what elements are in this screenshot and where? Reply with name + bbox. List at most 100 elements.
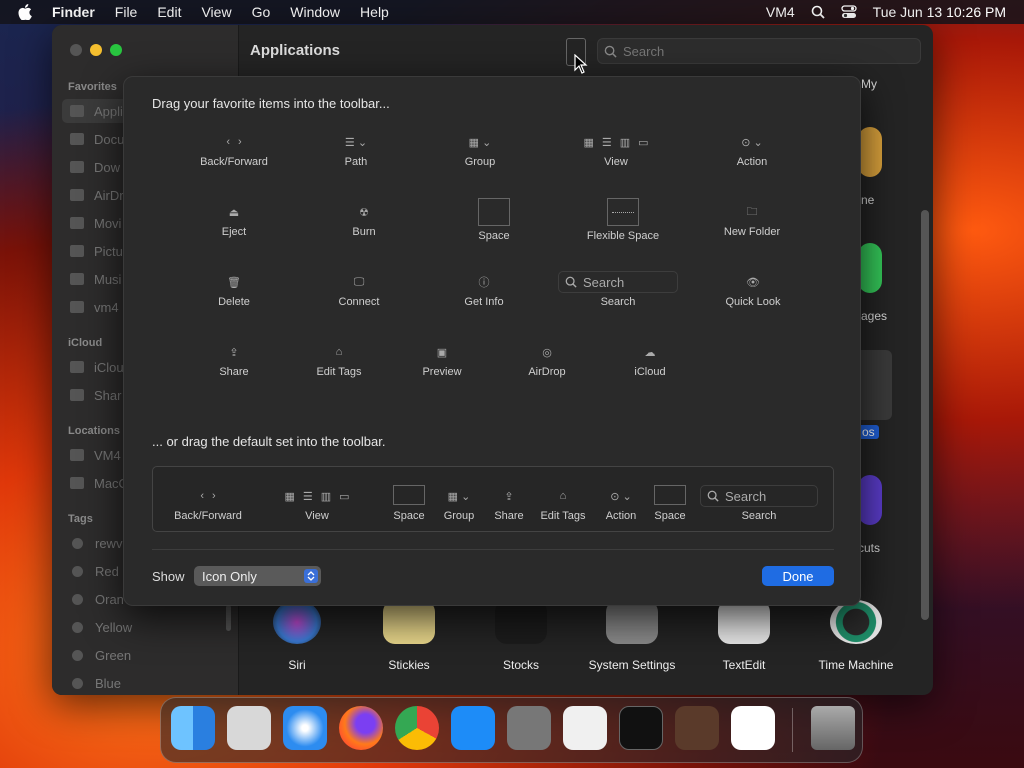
safari-icon[interactable] [283,706,327,750]
toolbar-item-action[interactable]: ⊙ ⌄ Action [712,131,792,169]
item-label: Action [736,156,768,168]
toolbar-item-space[interactable]: Space [454,197,534,242]
toolbar-item-flexible-space[interactable]: Flexible Space [573,197,673,242]
app-tile-partial[interactable] [858,475,882,525]
sidebar-tag-yellow[interactable]: Yellow [62,615,228,639]
list-view-icon: ☰ [302,490,313,503]
time-machine-icon [830,600,882,644]
app-system-settings[interactable]: System Settings [577,600,687,672]
app-label-partial: os [858,425,879,439]
finder-icon[interactable] [171,706,215,750]
menu-go[interactable]: Go [242,4,281,20]
sidebar-item-label: Dow [94,159,121,175]
system-settings-icon[interactable] [507,706,551,750]
default-item-group: ▦ ⌄ Group [437,485,481,523]
app-siri[interactable]: Siri [242,600,352,672]
sidebar-item-label: vm4 [94,299,119,315]
toolbar-item-connect[interactable]: 🖵 Connect [319,271,399,309]
item-label: Get Info [464,296,504,308]
sidebar-section-tags: Tags [68,513,93,525]
garageband-icon[interactable] [675,706,719,750]
close-button[interactable] [70,44,82,56]
app-tile-partial[interactable] [858,127,882,177]
menu-file[interactable]: File [105,4,148,20]
firefox-icon[interactable] [339,706,383,750]
minimize-button[interactable] [90,44,102,56]
toolbar-item-quick-look[interactable]: 👁 Quick Look [713,271,793,309]
spotlight-icon[interactable] [811,5,825,19]
menu-user[interactable]: VM4 [766,4,795,20]
vscode-icon[interactable] [731,706,775,750]
preview-pane-icon: ▣ [436,346,448,359]
menu-app-finder[interactable]: Finder [42,4,105,20]
eject-icon: ⏏ [228,206,240,219]
search-field[interactable]: Search [597,38,921,64]
app-store-icon[interactable] [451,706,495,750]
item-label: iCloud [634,366,666,378]
menu-edit[interactable]: Edit [147,4,191,20]
space-placeholder-icon [478,198,510,226]
launchpad-icon[interactable] [227,706,271,750]
toolbar-item-group[interactable]: ▦ ⌄ Group [440,131,520,169]
toolbar-item-back-forward[interactable]: ‹ › Back/Forward [184,131,284,168]
menu-window[interactable]: Window [280,4,350,20]
sidebar-tag-blue[interactable]: Blue [62,671,228,695]
apple-icon[interactable] [18,4,32,20]
toolbar-item-preview[interactable]: ▣ Preview [402,341,482,379]
trash-icon[interactable] [811,706,855,750]
control-center-icon[interactable] [841,5,857,19]
menu-bar: Finder File Edit View Go Window Help VM4… [0,0,1024,24]
chrome-icon[interactable] [395,706,439,750]
terminal-icon[interactable] [619,706,663,750]
app-stocks[interactable]: Stocks [466,600,576,672]
app-textedit[interactable]: TextEdit [689,600,799,672]
shared-folder-icon [70,389,84,401]
toolbar-item-eject[interactable]: ⏏ Eject [194,201,274,239]
default-item-space-2: Space [650,483,690,522]
search-field-text: Search [725,488,767,504]
gallery-view-icon: ▭ [638,136,649,149]
toolbar-item-delete[interactable]: 🗑 Delete [194,271,274,309]
item-label: Delete [218,296,250,308]
zoom-button[interactable] [110,44,122,56]
tag-dot-icon [72,621,83,633]
menu-clock[interactable]: Tue Jun 13 10:26 PM [873,4,1006,20]
list-view-icon: ☰ [601,136,612,149]
toolbar-item-search[interactable]: Search Search [556,271,680,308]
textedit-icon[interactable] [563,706,607,750]
toolbar-item-icloud[interactable]: ☁ iCloud [610,341,690,379]
sidebar-item-label: VM4 [94,447,121,463]
toolbar-item-burn[interactable]: ☢ Burn [324,201,404,239]
share-icon: ⇪ [504,490,514,503]
app-tile-partial[interactable] [858,243,882,293]
toolbar-item-share[interactable]: ⇪ Share [194,341,274,379]
app-label-partial: ages [861,309,888,323]
toolbar-item-new-folder[interactable]: 🗀 New Folder [712,201,792,239]
icon-view-icon: ▦ [284,490,295,503]
toolbar-item-path[interactable]: ☰ ⌄ Path [316,131,396,169]
item-label: New Folder [723,226,781,238]
done-button[interactable]: Done [762,566,834,586]
toolbar-item-airdrop[interactable]: ◎ AirDrop [507,341,587,379]
content-scrollbar[interactable] [921,210,929,620]
show-mode-select[interactable]: Icon Only [194,566,321,586]
app-time-machine[interactable]: Time Machine [801,600,911,672]
toolbar-item-edit-tags[interactable]: ⌂ Edit Tags [299,341,379,378]
toolbar-item-view[interactable]: ▦ ☰ ▥ ▭ View [546,131,686,169]
sidebar-scrollbar[interactable] [226,605,231,631]
menu-help[interactable]: Help [350,4,399,20]
menu-view[interactable]: View [191,4,241,20]
group-icon: ▦ ⌄ [468,136,492,149]
item-label: Search [600,296,636,308]
default-toolbar-set[interactable]: ‹ › Back/Forward ▦ ☰ ▥ ▭ View Space ▦ ⌄ Grou… [152,466,834,532]
chevron-left-icon: ‹ [200,490,204,502]
sidebar-item-label: Docu [94,131,125,147]
photo-icon [70,245,84,257]
sidebar-item-label: Yellow [95,619,133,635]
toolbar-item-get-info[interactable]: ⓘ Get Info [444,271,524,308]
app-stickies[interactable]: Stickies [354,600,464,672]
sidebar-tag-green[interactable]: Green [62,643,228,667]
search-field-text: Search [583,274,625,290]
default-item-edit-tags: ⌂ Edit Tags [535,485,591,522]
sidebar-item-label: Appli [94,103,123,119]
